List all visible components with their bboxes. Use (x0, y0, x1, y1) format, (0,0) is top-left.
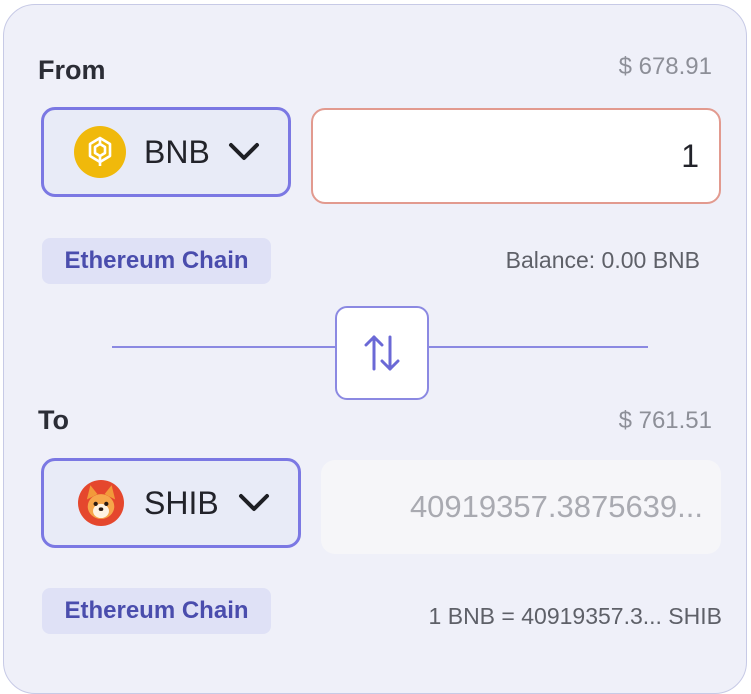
to-amount-output: 40919357.3875639... (321, 460, 721, 554)
to-label: To (38, 405, 69, 435)
to-usd-value: $ 761.51 (618, 407, 712, 434)
from-amount-input[interactable] (311, 108, 721, 204)
chevron-down-icon (229, 143, 259, 160)
divider-left (112, 346, 336, 348)
from-label: From (38, 55, 106, 85)
from-chain-badge[interactable]: Ethereum Chain (42, 238, 271, 284)
shib-logo-icon (78, 480, 124, 526)
from-token-selector[interactable]: BNB (41, 107, 291, 197)
from-usd-value: $ 678.91 (618, 53, 712, 80)
swap-card: From $ 678.91 BNB Ethereum Chain Balance… (3, 4, 747, 694)
swap-arrows-icon (364, 335, 400, 371)
to-chain-badge[interactable]: Ethereum Chain (42, 588, 271, 634)
from-token-symbol: BNB (144, 133, 210, 170)
to-token-selector[interactable]: SHIB (41, 458, 301, 548)
from-balance: Balance: 0.00 BNB (505, 247, 700, 273)
to-token-symbol: SHIB (144, 484, 219, 521)
bnb-logo-icon (74, 126, 126, 178)
chevron-down-icon (239, 494, 269, 511)
exchange-rate: 1 BNB = 40919357.3... SHIB (428, 603, 722, 629)
divider-right (428, 346, 648, 348)
swap-direction-button[interactable] (335, 306, 429, 400)
